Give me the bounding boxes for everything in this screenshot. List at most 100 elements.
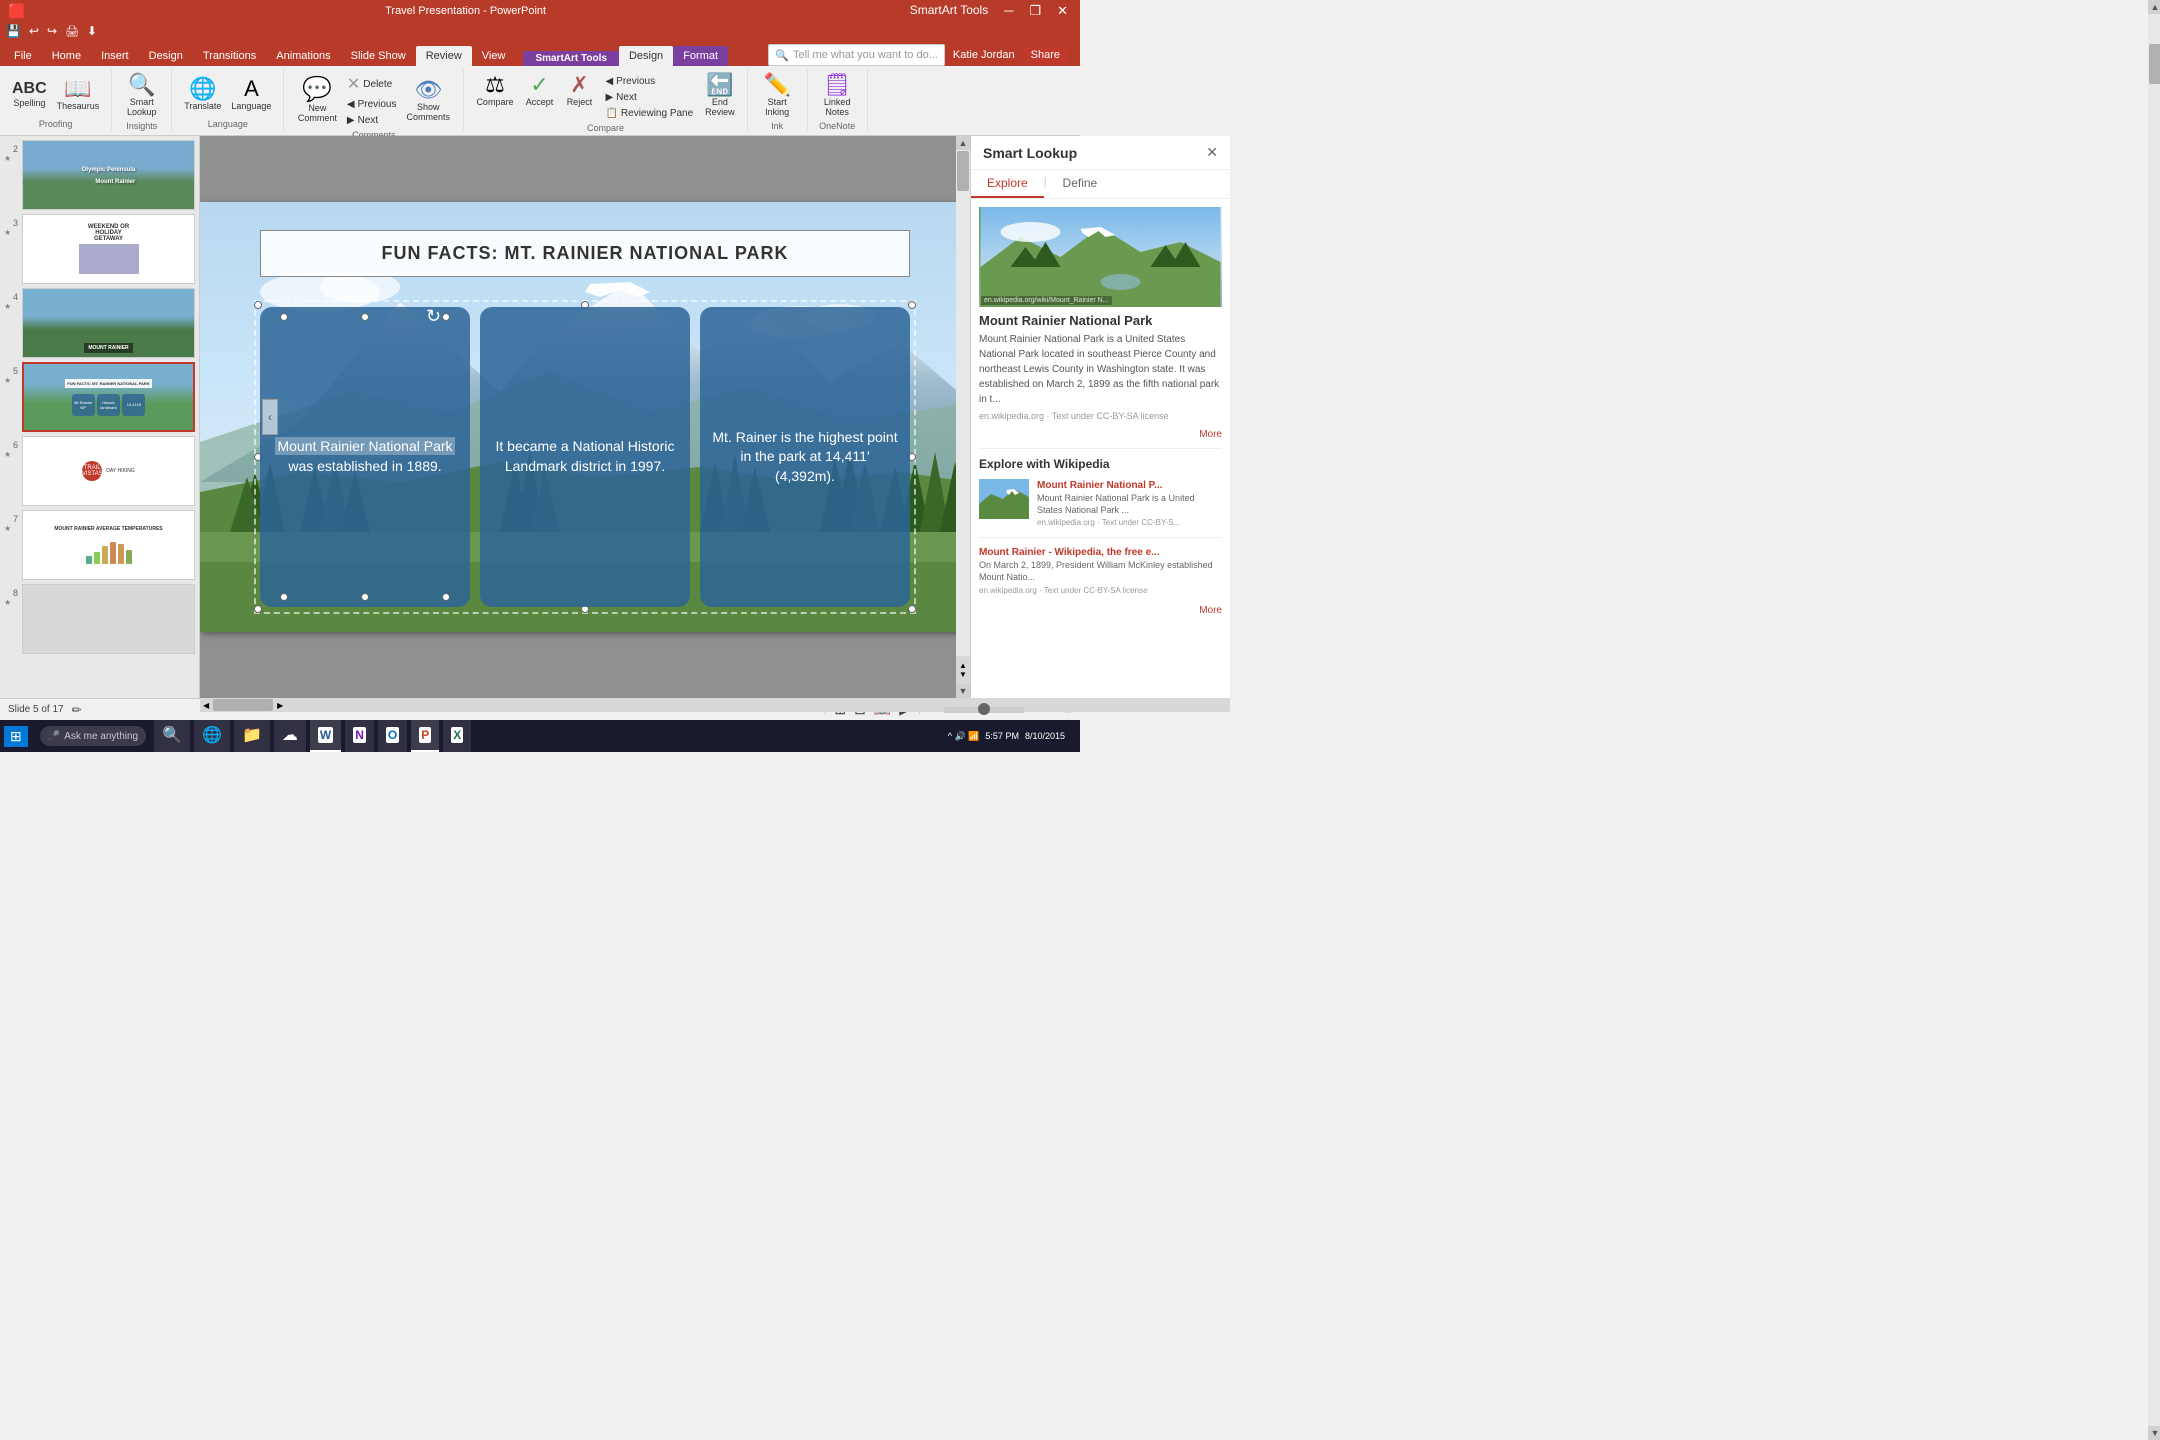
hscroll-left[interactable]: ◀ (200, 701, 212, 710)
slide-5[interactable]: FUN FACTS: MT. RAINIER NATIONAL PARK Mt … (22, 362, 195, 432)
hscroll-thumb[interactable] (213, 699, 273, 711)
smartart-scroll-left[interactable]: ‹ (262, 399, 278, 435)
restore-button[interactable]: ❐ (1025, 3, 1045, 19)
save-quick-btn[interactable]: 💾 (6, 24, 21, 38)
fact1-handle-tl[interactable] (280, 313, 288, 321)
handle-br[interactable] (908, 605, 916, 613)
new-comment-button[interactable]: 💬 NewComment (294, 76, 341, 125)
delete-comment-button[interactable]: ✕ Delete (343, 72, 401, 96)
zoom-thumb[interactable] (978, 703, 990, 715)
scroll-down-arrow[interactable]: ▼ (2148, 1426, 2160, 1440)
slide-3[interactable]: WEEKEND ORHOLIDAYGETAWAY (22, 214, 195, 284)
tab-smartart-design[interactable]: Design (619, 46, 673, 66)
scroll-up-arrow[interactable]: ▲ (2148, 0, 2160, 14)
language-button[interactable]: A Language (227, 76, 275, 113)
tab-smartart-format[interactable]: Format (673, 46, 728, 66)
tab-insert[interactable]: Insert (91, 46, 139, 66)
vscroll-up[interactable]: ▲ (956, 136, 970, 150)
more-link-2[interactable]: More (979, 605, 1222, 616)
user-name[interactable]: Katie Jordan (953, 49, 1015, 61)
tab-define[interactable]: Define (1047, 170, 1114, 198)
minimize-button[interactable]: ─ (1000, 3, 1017, 19)
tab-design[interactable]: Design (139, 46, 193, 66)
taskbar-search[interactable]: 🎤 Ask me anything (40, 726, 146, 746)
scroll-thumb[interactable] (2149, 44, 2160, 84)
taskbar-outlook[interactable]: O (378, 720, 407, 752)
fact-box-1[interactable]: Mount Rainier National Park was establis… (260, 307, 470, 607)
vscroll-adjust-down[interactable]: ▼ (959, 670, 967, 679)
edit-slide-btn[interactable]: ✏ (72, 703, 82, 717)
tab-animations[interactable]: Animations (266, 46, 340, 66)
taskbar-onenote[interactable]: N (345, 720, 374, 752)
fact1-handle-tm[interactable] (361, 313, 369, 321)
tab-view[interactable]: View (472, 46, 516, 66)
fact1-handle-bm[interactable] (361, 593, 369, 601)
share-button[interactable]: Share (1023, 47, 1068, 63)
thesaurus-button[interactable]: 📖 Thesaurus (53, 76, 104, 113)
linked-notes-button[interactable]: 🗒 LinkedNotes (819, 72, 855, 119)
explore-item-2[interactable]: Mount Rainier - Wikipedia, the free e...… (979, 546, 1222, 594)
taskbar-word[interactable]: W (310, 720, 341, 752)
rotate-handle[interactable]: ↻ (426, 306, 441, 327)
vscroll-down[interactable]: ▼ (956, 684, 970, 698)
slide-2[interactable]: Olympic Peninsula Mount Rainier (22, 140, 195, 210)
slide-6[interactable]: TRAILVISTAS DAY HIKING (22, 436, 195, 506)
vscroll-thumb[interactable] (957, 151, 969, 191)
slide-8[interactable] (22, 584, 195, 654)
taskbar-edge[interactable]: 🌐 (194, 720, 230, 752)
tab-home[interactable]: Home (42, 46, 91, 66)
handle-bl[interactable] (254, 605, 262, 613)
print-quick-btn[interactable]: 🖨 (65, 25, 79, 38)
slide-title-box[interactable]: FUN FACTS: MT. RAINIER NATIONAL PARK (260, 230, 910, 277)
fact-box-3[interactable]: Mt. Rainer is the highest point in the p… (700, 307, 910, 607)
taskbar-explorer[interactable]: 📁 (234, 720, 270, 752)
tab-transitions[interactable]: Transitions (193, 46, 266, 66)
quick-dropdown-btn[interactable]: ⬇ (87, 24, 97, 38)
hscroll-right[interactable]: ▶ (274, 701, 286, 710)
slide-panel-scrollbar[interactable]: ▲ ▼ (2148, 0, 2160, 1440)
slide-4[interactable]: MOUNT RAINIER (22, 288, 195, 358)
smart-lookup-button[interactable]: 🔍 SmartLookup (123, 72, 161, 119)
end-review-button[interactable]: 🔚 EndReview (701, 72, 739, 121)
fact1-handle-bl[interactable] (280, 593, 288, 601)
horizontal-scrollbar[interactable]: ◀ ▶ (200, 698, 1230, 712)
taskbar-excel[interactable]: X (443, 720, 471, 752)
start-button[interactable]: ⊞ (4, 726, 28, 747)
start-inking-button[interactable]: ✏️ StartInking (759, 72, 795, 119)
tab-explore[interactable]: Explore (971, 170, 1044, 198)
slide-container[interactable]: FUN FACTS: MT. RAINIER NATIONAL PARK ↻ (200, 202, 970, 632)
translate-button[interactable]: 🌐 Translate (180, 76, 225, 113)
smart-lookup-close-button[interactable]: ✕ (1206, 144, 1218, 161)
more-link-1[interactable]: More (979, 429, 1222, 440)
undo-quick-btn[interactable]: ↩ (29, 24, 39, 38)
spelling-button[interactable]: ABC Spelling (8, 79, 51, 110)
show-comments-button[interactable]: 👁 ShowComments (402, 77, 454, 124)
compare-next-button[interactable]: ▶ Next (601, 90, 697, 105)
fact-box-2[interactable]: It became a National Historic Landmark d… (480, 307, 690, 607)
next-comment-button[interactable]: ▶ Next (343, 113, 401, 128)
tab-slide-show[interactable]: Slide Show (341, 46, 416, 66)
reject-button[interactable]: ✗ Reject (561, 72, 597, 121)
zoom-bar[interactable] (944, 707, 1024, 713)
taskbar-onedrive[interactable]: ☁ (274, 720, 306, 752)
explore-item-1[interactable]: Mount Rainier National P... Mount Rainie… (979, 479, 1222, 527)
fact1-handle-tr[interactable] (442, 313, 450, 321)
handle-tl[interactable] (254, 301, 262, 309)
redo-quick-btn[interactable]: ↪ (47, 24, 57, 38)
handle-tr[interactable] (908, 301, 916, 309)
accept-button[interactable]: ✓ Accept (521, 72, 557, 121)
fact1-handle-br[interactable] (442, 593, 450, 601)
compare-previous-button[interactable]: ◀ Previous (601, 74, 697, 89)
insights-label: Insights (126, 119, 157, 131)
taskbar-powerpoint[interactable]: P (411, 720, 439, 752)
vscroll-adjust-up[interactable]: ▲ (959, 661, 967, 670)
close-button[interactable]: ✕ (1053, 3, 1072, 19)
reviewing-pane-button[interactable]: 📋 Reviewing Pane (601, 106, 697, 121)
slide-7[interactable]: MOUNT RAINIER AVERAGE TEMPERATURES (22, 510, 195, 580)
tab-review[interactable]: Review (416, 46, 472, 66)
compare-button[interactable]: ⚖ Compare (472, 72, 517, 121)
taskbar-cortana[interactable]: 🔍 (154, 720, 190, 752)
previous-comment-button[interactable]: ◀ Previous (343, 97, 401, 112)
tab-file[interactable]: File (4, 46, 42, 66)
tell-me-search[interactable]: 🔍 Tell me what you want to do... (768, 44, 945, 66)
